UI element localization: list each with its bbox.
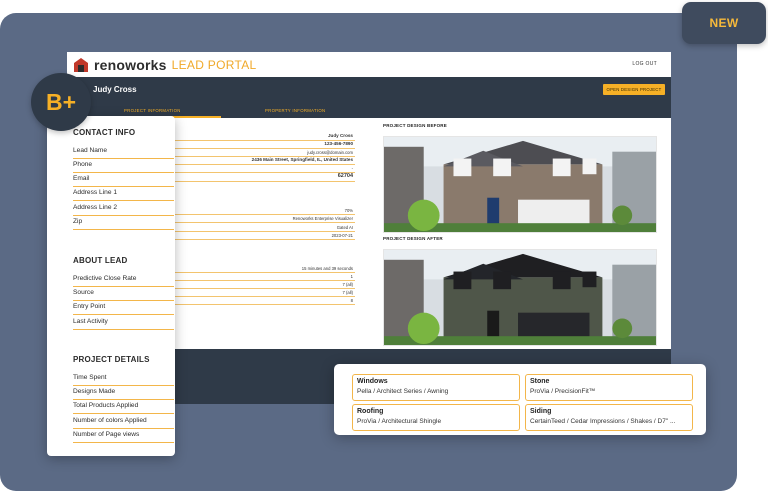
divider: [175, 288, 355, 289]
logo: renoworks LEAD PORTAL: [73, 57, 257, 73]
label-time-spent: Time Spent: [73, 372, 174, 386]
label-email: Email: [73, 173, 174, 187]
user-name: Judy Cross: [93, 85, 137, 94]
value-lead-name: Judy Cross: [327, 133, 353, 138]
value-entry-point: Gated AI: [336, 225, 353, 230]
value-predictive-close-rate: 70%: [344, 208, 353, 213]
value-total-products: 7 (all): [342, 282, 353, 287]
value-address-line-2: -: [351, 166, 353, 171]
product-value: Pella / Architect Series / Awning: [357, 388, 449, 395]
divider: [175, 148, 355, 149]
label-predictive-close-rate: Predictive Close Rate: [73, 273, 174, 287]
value-time-spent: 15 minutes and 39 seconds: [301, 266, 353, 271]
tab-project-information[interactable]: PROJECT INFORMATION: [124, 108, 181, 113]
design-after-label: PROJECT DESIGN AFTER: [383, 236, 443, 241]
contact-info-heading: CONTACT INFO: [73, 128, 136, 137]
value-source: Renoworks Enterprise Visualizer: [292, 216, 353, 221]
label-lead-name: Lead Name: [73, 145, 174, 159]
lead-grade: B+: [45, 88, 77, 115]
divider: [175, 272, 355, 273]
applied-products-card: Windows Pella / Architect Series / Awnin…: [334, 364, 706, 435]
divider: [175, 304, 355, 305]
user-bar: Judy Cross OPEN DESIGN PROJECT: [67, 77, 671, 105]
product-value: ProVia / Architectural Shingle: [357, 418, 442, 425]
brand-name: renoworks: [94, 57, 167, 73]
product-title: Roofing: [357, 408, 384, 415]
lead-info-sidebar: CONTACT INFO Lead Name Phone Email Addre…: [47, 116, 175, 456]
divider: [175, 214, 355, 215]
product-title: Siding: [530, 408, 552, 415]
design-before-image[interactable]: [383, 136, 657, 233]
open-design-project-button[interactable]: OPEN DESIGN PROJECT: [603, 84, 665, 95]
label-colors-applied: Number of colors Applied: [73, 415, 174, 429]
label-address-line-2: Address Line 2: [73, 202, 174, 216]
renoworks-logo-icon: [73, 57, 89, 73]
product-stone[interactable]: Stone ProVia / PrecisionFit™: [525, 374, 693, 401]
label-phone: Phone: [73, 159, 174, 173]
logout-link[interactable]: LOG OUT: [632, 61, 657, 67]
label-total-products-applied: Total Products Applied: [73, 400, 174, 414]
product-value: ProVia / PrecisionFit™: [530, 388, 596, 395]
product-title: Windows: [357, 378, 388, 385]
divider: [175, 222, 355, 223]
value-zip: 62704: [337, 173, 353, 179]
project-details-heading: PROJECT DETAILS: [73, 355, 150, 364]
label-address-line-1: Address Line 1: [73, 187, 174, 201]
new-badge: NEW: [682, 2, 766, 44]
value-phone: 123-456-7890: [324, 141, 353, 146]
divider: [175, 231, 355, 232]
value-address-line-1: 2436 Main Street, Springfield, IL, Unite…: [251, 157, 353, 162]
divider: [175, 280, 355, 281]
value-page-views: 8: [350, 298, 353, 303]
value-last-activity: 2023-07-21: [331, 233, 353, 238]
divider: [175, 181, 355, 182]
label-source: Source: [73, 287, 174, 301]
label-last-activity: Last Activity: [73, 316, 174, 330]
product-roofing[interactable]: Roofing ProVia / Architectural Shingle: [352, 404, 520, 431]
value-email: judy.cross@domain.com: [307, 150, 353, 155]
stage: NEW renoworks LEAD PORTAL LOG OUT Judy C…: [0, 0, 768, 491]
lead-grade-badge: B+: [31, 73, 91, 131]
divider: [175, 239, 355, 240]
product-windows[interactable]: Windows Pella / Architect Series / Awnin…: [352, 374, 520, 401]
label-zip: Zip: [73, 216, 174, 230]
design-after-image[interactable]: [383, 249, 657, 346]
about-lead-heading: ABOUT LEAD: [73, 256, 128, 265]
product-siding[interactable]: Siding CertainTeed / Cedar Impressions /…: [525, 404, 693, 431]
product-title: Stone: [530, 378, 550, 385]
label-page-views: Number of Page views: [73, 429, 174, 443]
top-bar: renoworks LEAD PORTAL LOG OUT: [67, 52, 671, 77]
label-designs-made: Designs Made: [73, 386, 174, 400]
value-colors-applied: 7 (all): [342, 290, 353, 295]
divider: [175, 164, 355, 165]
label-entry-point: Entry Point: [73, 301, 174, 315]
divider: [175, 296, 355, 297]
product-value: CertainTeed / Cedar Impressions / Shakes…: [530, 418, 676, 425]
tab-property-information[interactable]: PROPERTY INFORMATION: [265, 108, 325, 113]
value-designs-made: 1: [350, 274, 353, 279]
portal-name: LEAD PORTAL: [171, 58, 257, 72]
design-before-label: PROJECT DESIGN BEFORE: [383, 123, 447, 128]
